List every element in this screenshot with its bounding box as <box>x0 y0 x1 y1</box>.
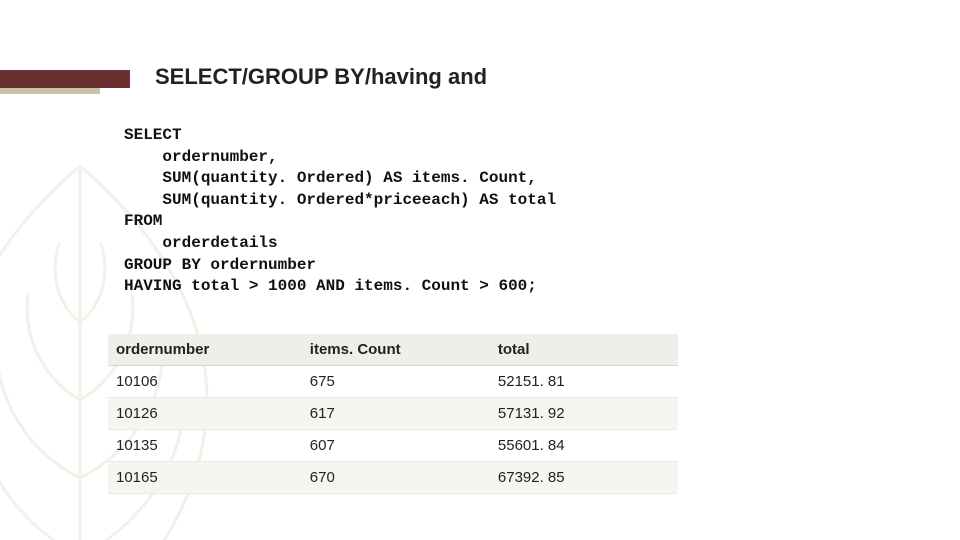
table-header-row: ordernumber items. Count total <box>108 334 678 366</box>
table-cell: 10165 <box>108 462 302 494</box>
table-header-cell: ordernumber <box>108 334 302 366</box>
table-cell: 607 <box>302 430 490 462</box>
table-cell: 670 <box>302 462 490 494</box>
table-row: 1010667552151. 81 <box>108 366 678 398</box>
table-cell: 675 <box>302 366 490 398</box>
table-row: 1013560755601. 84 <box>108 430 678 462</box>
table-cell: 67392. 85 <box>490 462 678 494</box>
table-row: 1012661757131. 92 <box>108 398 678 430</box>
table-cell: 617 <box>302 398 490 430</box>
table-cell: 55601. 84 <box>490 430 678 462</box>
table-cell: 57131. 92 <box>490 398 678 430</box>
table-cell: 10106 <box>108 366 302 398</box>
accent-bar <box>0 70 130 88</box>
table-header-cell: total <box>490 334 678 366</box>
table-header-cell: items. Count <box>302 334 490 366</box>
accent-bar-light <box>0 88 100 94</box>
table-row: 1016567067392. 85 <box>108 462 678 494</box>
result-table-wrap: ordernumber items. Count total 101066755… <box>108 334 678 494</box>
table-cell: 52151. 81 <box>490 366 678 398</box>
slide-title: SELECT/GROUP BY/having and <box>155 64 487 90</box>
result-table: ordernumber items. Count total 101066755… <box>108 334 678 494</box>
table-cell: 10135 <box>108 430 302 462</box>
table-cell: 10126 <box>108 398 302 430</box>
sql-code-block: SELECT ordernumber, SUM(quantity. Ordere… <box>124 125 556 298</box>
